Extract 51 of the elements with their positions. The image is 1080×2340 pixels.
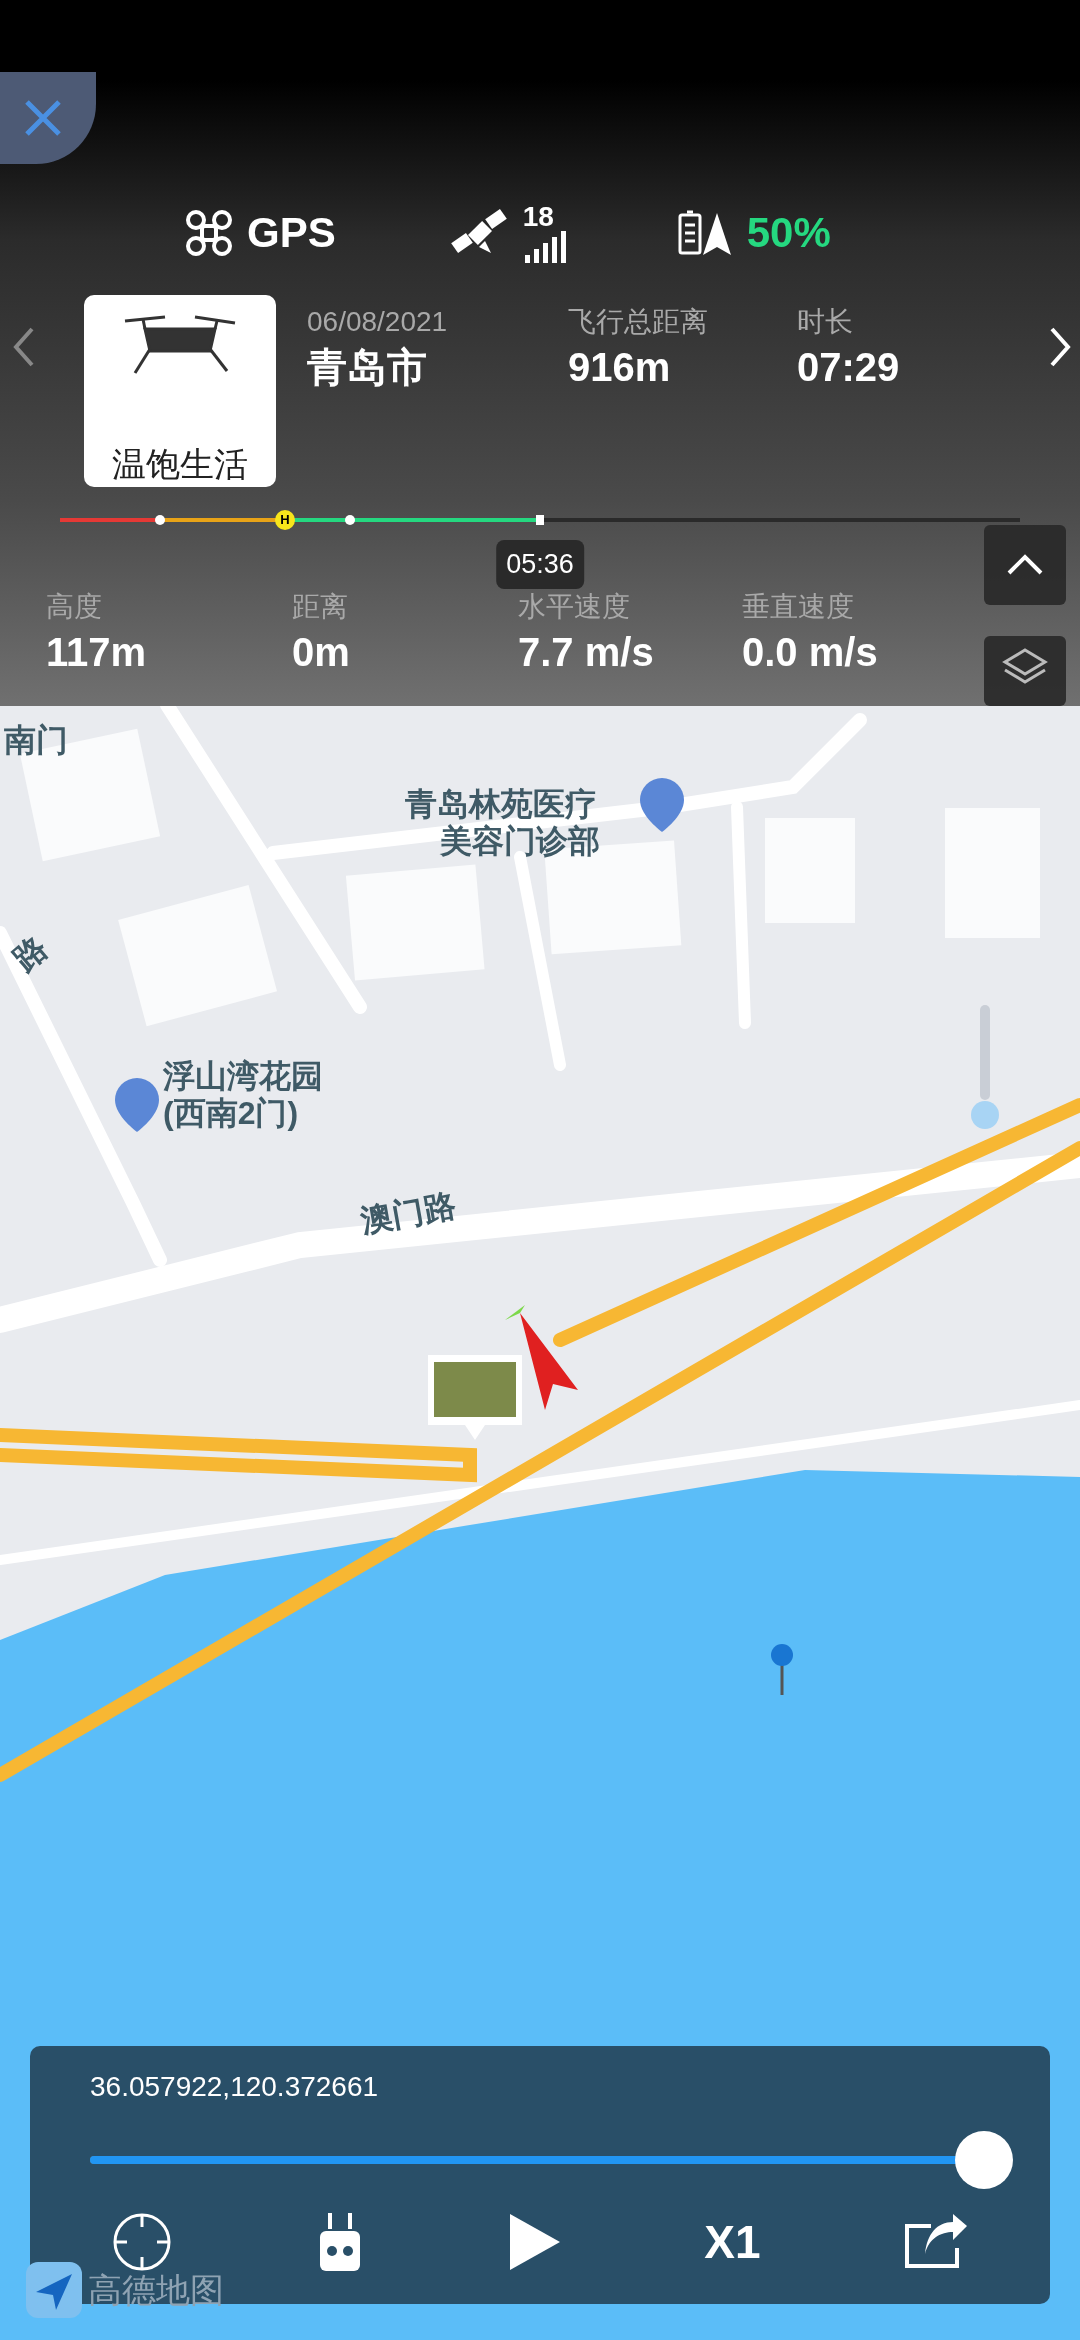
telemetry-value: 0.0 m/s: [742, 628, 878, 676]
stat-label: 飞行总距离: [568, 305, 708, 339]
stat-label: 时长: [797, 305, 854, 339]
chevron-up-icon: [1005, 553, 1045, 577]
photo-marker[interactable]: [428, 1355, 522, 1440]
layers-icon: [1001, 646, 1049, 686]
satellite-count: 18: [522, 202, 554, 231]
map-label: 澳门路: [357, 1186, 459, 1240]
map-label: 美容门诊部: [440, 823, 600, 860]
chevron-right-icon[interactable]: [1048, 325, 1072, 369]
map-pin-icon[interactable]: [640, 778, 684, 832]
share-icon: [902, 2214, 969, 2270]
telemetry-value: 7.7 m/s: [518, 628, 654, 676]
flight-date: 06/08/2021: [307, 305, 448, 339]
battery-percentage: 50%: [746, 208, 831, 258]
chevron-left-icon[interactable]: [12, 325, 36, 369]
gps-label: GPS: [247, 208, 336, 258]
stat-value: 07:29: [797, 343, 900, 391]
map-label: 南门: [4, 722, 68, 759]
stat-value: 916m: [568, 343, 672, 391]
location-pin-icon: [771, 1644, 793, 1695]
telemetry-label: 高度: [46, 590, 103, 624]
map-label: (西南2门): [163, 1095, 299, 1132]
layers-button[interactable]: [984, 636, 1066, 706]
telemetry-label: 水平速度: [518, 590, 631, 624]
close-button[interactable]: [0, 72, 96, 164]
speed-button[interactable]: X1: [704, 2219, 761, 2265]
flight-timeline[interactable]: [60, 515, 1020, 525]
map-logo-icon: [26, 2262, 82, 2318]
aircraft-card[interactable]: 温饱生活: [84, 295, 276, 487]
map-provider-label: 高德地图: [88, 2269, 224, 2311]
signal-icon: [522, 230, 567, 263]
flight-city: 青岛市: [307, 343, 428, 391]
map-label: 路: [5, 929, 55, 978]
time-tooltip: 05:36: [496, 540, 584, 589]
battery-icon: [676, 208, 733, 257]
share-button[interactable]: [902, 2214, 969, 2270]
aircraft-name: 温饱生活: [112, 445, 248, 483]
map-pin-icon[interactable]: [115, 1078, 159, 1132]
telemetry-value: 117m: [46, 628, 147, 676]
collapse-button[interactable]: [984, 525, 1066, 605]
telemetry-value: 0m: [292, 628, 350, 676]
map-label: 浮山湾花园: [163, 1058, 323, 1095]
home-marker: H: [275, 510, 295, 530]
coordinates-text: 36.057922,120.372661: [90, 2070, 379, 2104]
telemetry-label: 垂直速度: [742, 590, 855, 624]
aircraft-arrow-icon: [505, 1305, 578, 1410]
drone-icon: [185, 208, 233, 257]
map-label: 青岛林苑医疗: [405, 786, 597, 823]
telemetry-label: 距离: [292, 590, 349, 624]
vertical-scale-icon: [971, 1005, 999, 1129]
